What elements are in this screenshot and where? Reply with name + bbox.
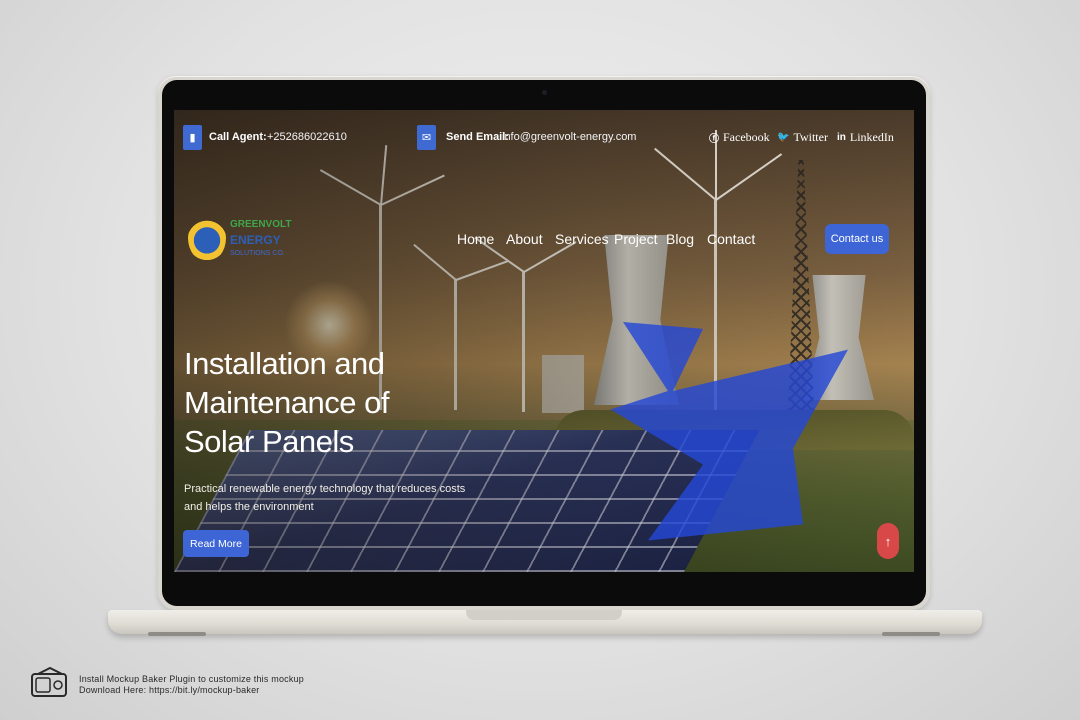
nav-home[interactable]: Home bbox=[457, 231, 494, 247]
social-link-facebook[interactable]: ⓕ Facebook bbox=[709, 130, 770, 145]
social-label: Twitter bbox=[793, 130, 828, 144]
send-email-address[interactable]: info@greenvolt-energy.com bbox=[502, 131, 636, 143]
twitter-icon: 🐦 bbox=[777, 132, 790, 143]
laptop-foot bbox=[882, 632, 940, 636]
nav-contact[interactable]: Contact bbox=[707, 231, 755, 247]
hero-title-line: Installation and bbox=[184, 346, 385, 381]
logo-line-3: SOLUTIONS CO. bbox=[230, 250, 285, 257]
site-logo[interactable]: GREENVOLT ENERGY SOLUTIONS CO. bbox=[188, 214, 298, 266]
nav-about[interactable]: About bbox=[506, 231, 543, 247]
social-label: Facebook bbox=[723, 130, 770, 144]
webcam-icon bbox=[542, 90, 547, 95]
website-viewport: ▮ Call Agent: +252686022610 ✉ Send Email… bbox=[174, 110, 914, 572]
mockup-note-line-1: Install Mockup Baker Plugin to customize… bbox=[79, 674, 304, 684]
contact-us-button[interactable]: Contact us bbox=[825, 224, 889, 254]
social-label: LinkedIn bbox=[849, 130, 894, 144]
hero-title-line: Maintenance of bbox=[184, 385, 389, 420]
scroll-to-top-button[interactable]: ↑ bbox=[877, 523, 899, 559]
send-email-label: Send Email: bbox=[446, 131, 509, 143]
mockup-note-line-2[interactable]: Download Here: https://bit.ly/mockup-bak… bbox=[79, 685, 259, 695]
arrow-up-icon: ↑ bbox=[884, 533, 892, 549]
mail-icon: ✉ bbox=[417, 125, 436, 150]
nav-blog[interactable]: Blog bbox=[666, 231, 694, 247]
sun-solar-logo-icon bbox=[188, 214, 226, 262]
logo-line-2: ENERGY bbox=[230, 233, 281, 247]
phone-icon: ▮ bbox=[183, 125, 202, 150]
call-agent-label: Call Agent: bbox=[209, 131, 267, 143]
hero-subtitle: Practical renewable energy technology th… bbox=[184, 483, 466, 513]
nav-services[interactable]: Services bbox=[555, 231, 609, 247]
laptop-foot bbox=[148, 632, 206, 636]
laptop-notch bbox=[466, 610, 622, 620]
hero-title-line: Solar Panels bbox=[184, 424, 354, 459]
call-agent-number[interactable]: +252686022610 bbox=[267, 131, 347, 143]
social-link-twitter[interactable]: 🐦 Twitter bbox=[777, 130, 828, 145]
social-link-linkedin[interactable]: in LinkedIn bbox=[837, 130, 894, 145]
top-info-bar: ▮ Call Agent: +252686022610 ✉ Send Email… bbox=[174, 110, 914, 164]
facebook-icon: ⓕ bbox=[709, 134, 719, 145]
linkedin-icon: in bbox=[837, 132, 846, 143]
read-more-button[interactable]: Read More bbox=[183, 530, 249, 557]
mockup-baker-icon bbox=[31, 666, 67, 697]
hero-title: Installation and Maintenance of Solar Pa… bbox=[184, 344, 414, 461]
logo-line-1: GREENVOLT bbox=[230, 219, 292, 230]
nav-project[interactable]: Project bbox=[614, 231, 658, 247]
